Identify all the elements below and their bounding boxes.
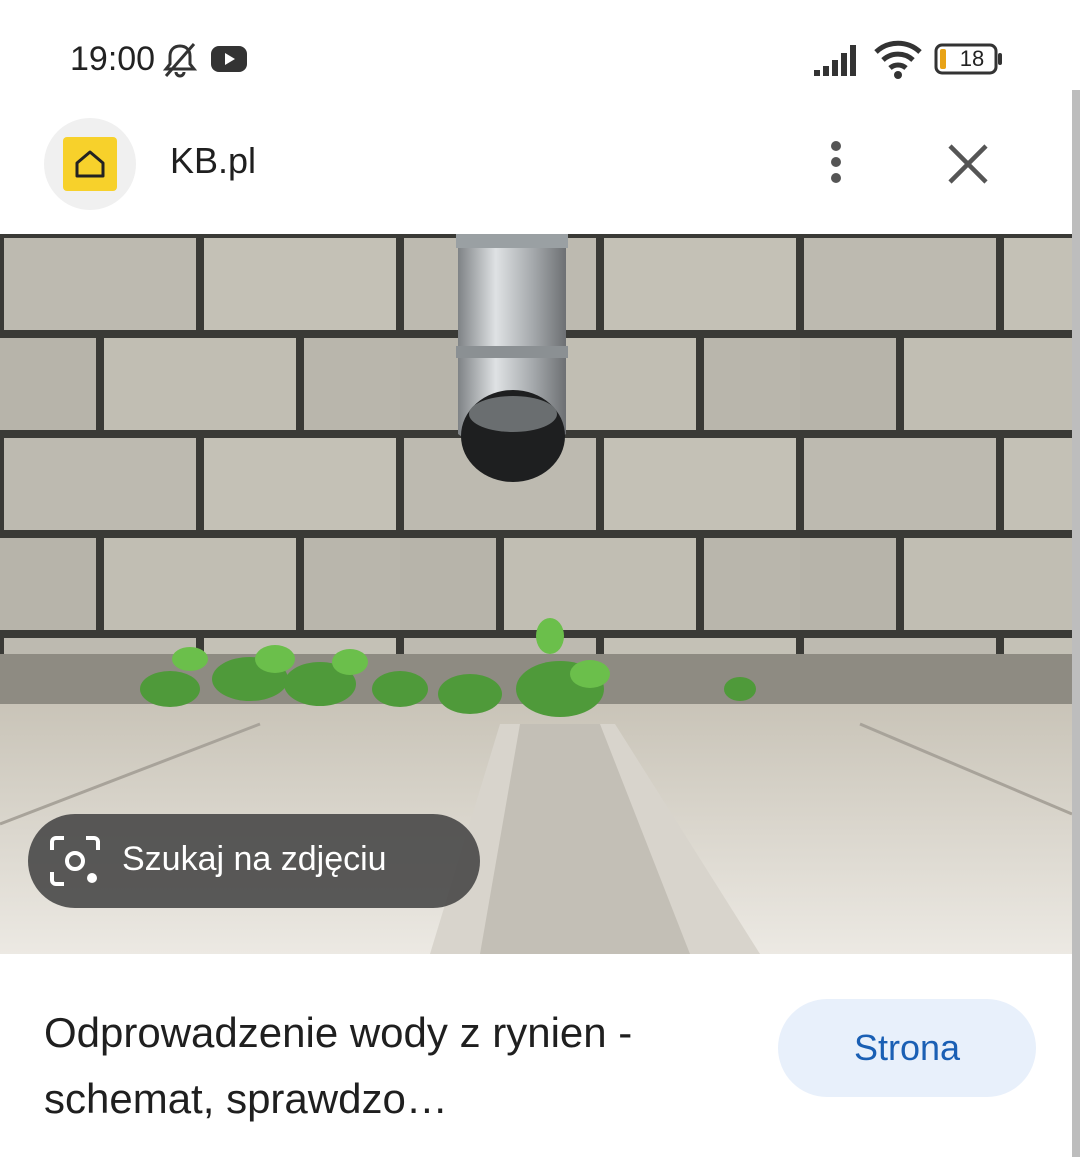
home-icon [75, 150, 105, 178]
close-icon[interactable] [944, 140, 992, 188]
result-image[interactable]: Szukaj na zdjęciu [0, 234, 1072, 954]
result-title[interactable]: Odprowadzenie wody z rynien - schemat, s… [44, 1000, 744, 1132]
search-in-image-button[interactable]: Szukaj na zdjęciu [28, 814, 480, 908]
favicon-tile [63, 137, 117, 191]
lens-icon [50, 836, 100, 886]
youtube-icon [211, 46, 247, 72]
scrollbar[interactable] [1072, 90, 1080, 1157]
browser-header: KB.pl [0, 110, 1072, 234]
wifi-icon [874, 40, 922, 79]
site-favicon[interactable] [44, 118, 136, 210]
site-title[interactable]: KB.pl [170, 140, 256, 182]
status-time: 19:00 [70, 40, 156, 78]
visit-page-button[interactable]: Strona [778, 999, 1036, 1097]
bell-off-icon [162, 43, 198, 78]
search-in-image-label: Szukaj na zdjęciu [122, 840, 387, 878]
signal-icon [814, 45, 856, 76]
battery-level: 18 [959, 46, 985, 71]
status-bar: 19:00 18 [0, 0, 1080, 110]
more-vert-icon[interactable] [818, 138, 854, 186]
